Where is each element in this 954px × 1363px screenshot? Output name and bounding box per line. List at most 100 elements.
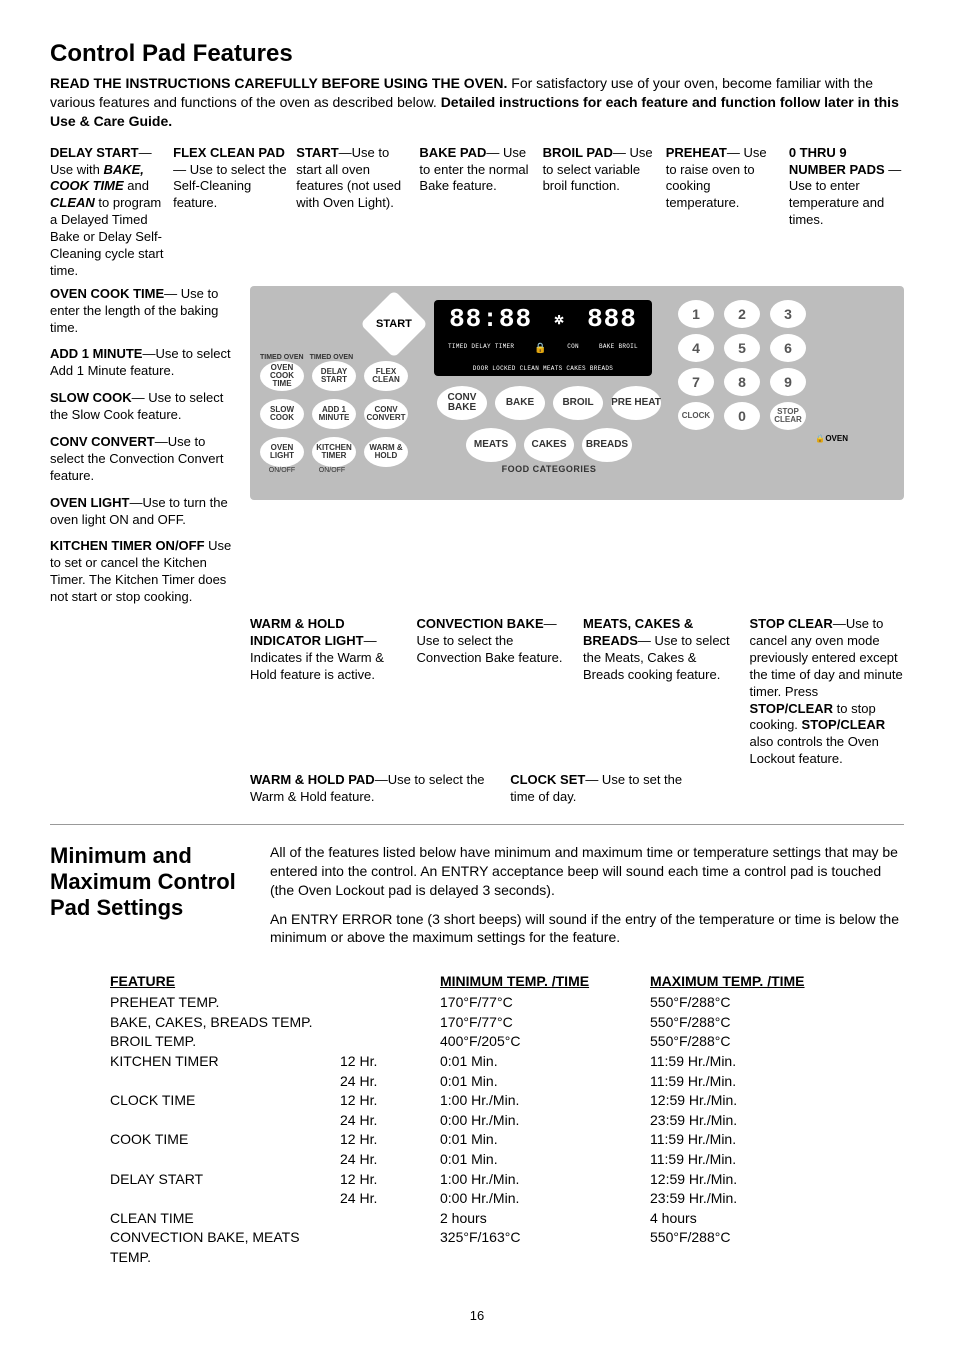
table-cell: 24 Hr. (340, 1150, 440, 1170)
pad-preheat: PRE HEAT (611, 386, 661, 420)
page-title: Control Pad Features (50, 40, 904, 68)
pad-add-1-minute: ADD 1 MINUTE (312, 399, 356, 429)
callout-heading: CONVECTION BAKE (417, 616, 544, 631)
callout-oven-light: OVEN LIGHT—Use to turn the oven light ON… (50, 495, 240, 529)
callout-clock-set: CLOCK SET— Use to set the time of day. (510, 772, 701, 806)
key-2: 2 (724, 300, 760, 328)
callout-heading: OVEN LIGHT (50, 495, 129, 510)
callouts-top-row: DELAY START— Use with BAKE, COOK TIME an… (50, 145, 904, 280)
key-4: 4 (678, 334, 714, 362)
callout-body: —Use to cancel any oven mode previously … (750, 616, 903, 766)
table-row: 24 Hr.0:01 Min.11:59 Hr./Min. (110, 1072, 904, 1092)
table-cell: 1:00 Hr./Min. (440, 1170, 650, 1190)
th-max: MAXIMUM TEMP. /TIME (650, 973, 850, 989)
th-blank (340, 973, 440, 989)
start-pad: START (360, 290, 428, 358)
table-cell: BAKE, CAKES, BREADS TEMP. (110, 1013, 340, 1033)
callout-kitchen-timer: KITCHEN TIMER ON/OFF Use to set or cance… (50, 538, 240, 606)
table-cell: 11:59 Hr./Min. (650, 1072, 850, 1092)
lcd-indicators: CON (567, 343, 579, 355)
table-cell: 24 Hr. (340, 1189, 440, 1209)
key-1: 1 (678, 300, 714, 328)
callout-preheat: PREHEAT— Use to raise oven to cooking te… (666, 145, 781, 280)
table-cell (340, 1013, 440, 1033)
pad-bake: BAKE (495, 386, 545, 420)
intro-bold-1: READ THE INSTRUCTIONS CAREFULLY BEFORE U… (50, 75, 507, 91)
key-9: 9 (770, 368, 806, 396)
table-cell: 550°F/288°C (650, 1032, 850, 1052)
section2-title: Minimum and Maximum Control Pad Settings (50, 843, 240, 921)
table-cell: 12 Hr. (340, 1052, 440, 1072)
start-pad-label: START (376, 318, 412, 330)
callout-start: START—Use to start all oven features (no… (296, 145, 411, 280)
pad-cakes: CAKES (524, 428, 574, 462)
table-cell: 24 Hr. (340, 1072, 440, 1092)
key-5: 5 (724, 334, 760, 362)
callout-body: — Use to select the Self-Cleaning featur… (173, 162, 286, 211)
callout-convection-bake: CONVECTION BAKE— Use to select the Conve… (417, 616, 572, 768)
callout-heading: ADD 1 MINUTE (50, 346, 142, 361)
fan-icon: ✲ (554, 309, 565, 329)
table-cell: PREHEAT TEMP. (110, 993, 340, 1013)
table-cell (340, 1228, 440, 1267)
sub-blank (360, 467, 404, 474)
table-cell: 23:59 Hr./Min. (650, 1189, 850, 1209)
callout-bold: CLEAN (50, 195, 95, 210)
lcd-temp: 888 (587, 304, 637, 334)
section2-para1: All of the features listed below have mi… (270, 843, 904, 900)
key-0: 0 (724, 402, 760, 430)
pad-slow-cook: SLOW COOK (260, 399, 304, 429)
pad-kitchen-timer: KITCHEN TIMER (312, 437, 356, 467)
table-row: BAKE, CAKES, BREADS TEMP.170°F/77°C550°F… (110, 1013, 904, 1033)
lcd-indicators: TIMED DELAY TIMER (448, 343, 514, 355)
page-number: 16 (50, 1308, 904, 1323)
table-row: 24 Hr.0:00 Hr./Min.23:59 Hr./Min. (110, 1189, 904, 1209)
pad-warm-hold: WARM & HOLD (364, 437, 408, 467)
table-cell: 12 Hr. (340, 1091, 440, 1111)
callout-heading: 0 THRU 9 NUMBER PADS (789, 145, 885, 177)
callout-meats-cakes-breads: MEATS, CAKES & BREADS— Use to select the… (583, 616, 738, 768)
table-cell: CLOCK TIME (110, 1091, 340, 1111)
table-cell: 400°F/205°C (440, 1032, 650, 1052)
label-timed-oven: TIMED OVEN (310, 354, 354, 361)
table-cell: 170°F/77°C (440, 1013, 650, 1033)
table-cell: BROIL TEMP. (110, 1032, 340, 1052)
minmax-section: Minimum and Maximum Control Pad Settings… (50, 843, 904, 957)
food-categories-label: FOOD CATEGORIES (434, 464, 664, 474)
callouts-bottom-row: WARM & HOLD INDICATOR LIGHT—Indicates if… (250, 616, 904, 768)
intro-paragraph: READ THE INSTRUCTIONS CAREFULLY BEFORE U… (50, 74, 904, 131)
table-row: CONVECTION BAKE, MEATS TEMP.325°F/163°C5… (110, 1228, 904, 1267)
key-clock: CLOCK (678, 402, 714, 430)
callout-flex-clean: FLEX CLEAN PAD— Use to select the Self-C… (173, 145, 288, 280)
settings-table: FEATURE MINIMUM TEMP. /TIME MAXIMUM TEMP… (110, 973, 904, 1267)
table-cell (340, 1209, 440, 1229)
pad-flex-clean: FLEX CLEAN (364, 361, 408, 391)
table-cell: 12:59 Hr./Min. (650, 1091, 850, 1111)
pad-delay-start: DELAY START (312, 361, 356, 391)
table-cell: 24 Hr. (340, 1111, 440, 1131)
table-cell: KITCHEN TIMER (110, 1052, 340, 1072)
table-header-row: FEATURE MINIMUM TEMP. /TIME MAXIMUM TEMP… (110, 973, 904, 989)
key-6: 6 (770, 334, 806, 362)
table-row: DELAY START12 Hr.1:00 Hr./Min.12:59 Hr./… (110, 1170, 904, 1190)
callout-heading: BROIL PAD (543, 145, 613, 160)
lcd-clock: 88:88 (449, 304, 532, 334)
callouts-left-column: OVEN COOK TIME— Use to enter the length … (50, 286, 240, 616)
callout-and: and (124, 178, 149, 193)
table-cell: 0:01 Min. (440, 1052, 650, 1072)
table-row: BROIL TEMP. 400°F/205°C550°F/288°C (110, 1032, 904, 1052)
callout-heading: OVEN COOK TIME (50, 286, 164, 301)
callout-heading: STOP CLEAR (750, 616, 833, 631)
key-7: 7 (678, 368, 714, 396)
section-divider (50, 824, 904, 825)
pad-oven-light: OVEN LIGHT (260, 437, 304, 467)
callout-broil-pad: BROIL PAD— Use to select variable broil … (543, 145, 658, 280)
table-row: COOK TIME12 Hr.0:01 Min.11:59 Hr./Min. (110, 1130, 904, 1150)
table-cell: 2 hours (440, 1209, 650, 1229)
table-cell: 23:59 Hr./Min. (650, 1111, 850, 1131)
pad-broil: BROIL (553, 386, 603, 420)
table-cell: 4 hours (650, 1209, 850, 1229)
lock-icon: 🔒 (815, 434, 825, 443)
table-cell (340, 993, 440, 1013)
key-3: 3 (770, 300, 806, 328)
